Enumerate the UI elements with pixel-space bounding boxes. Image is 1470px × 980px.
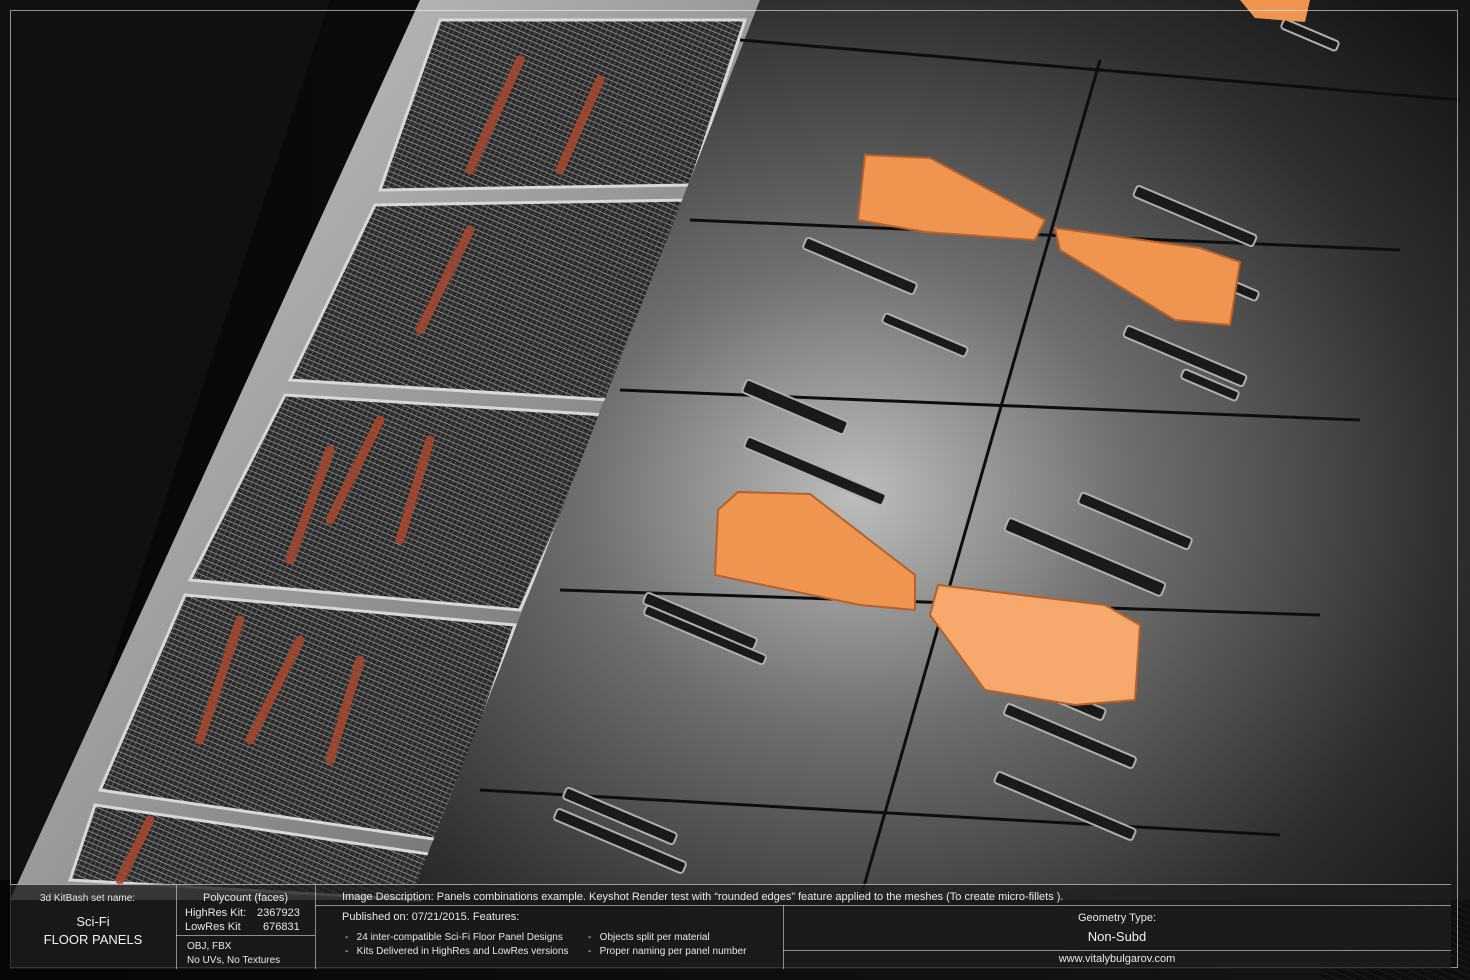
polycount-title: Polycount (faces): [203, 892, 288, 904]
divider: [315, 885, 316, 969]
feature-item: - Proper naming per panel number: [588, 946, 747, 957]
info-bar: 3d KitBash set name: Sci-Fi FLOOR PANELS…: [10, 884, 1451, 969]
feature-item: - Objects split per material: [588, 932, 710, 943]
divider: [176, 935, 315, 936]
image-description: Image Description: Panels combinations e…: [342, 891, 1064, 903]
scifi-floor-render: [0, 0, 1470, 980]
formats-line2: No UVs, No Textures: [187, 955, 281, 966]
divider: [783, 950, 1451, 951]
geometry-value: Non-Subd: [1087, 929, 1147, 944]
published-date: Published on: 07/21/2015. Features:: [342, 911, 520, 923]
render-frame: 3d KitBash set name: Sci-Fi FLOOR PANELS…: [0, 0, 1470, 980]
feature-item: - 24 inter-compatible Sci-Fi Floor Panel…: [345, 932, 563, 943]
geometry-label: Geometry Type:: [1077, 912, 1157, 924]
feature-item: - Kits Delivered in HighRes and LowRes v…: [345, 946, 569, 957]
lowres-label: LowRes Kit: [185, 921, 241, 933]
website-link[interactable]: www.vitalybulgarov.com: [783, 953, 1451, 965]
set-name-line2: FLOOR PANELS: [43, 932, 143, 947]
set-name-line1: Sci-Fi: [76, 914, 110, 929]
highres-label: HighRes Kit:: [185, 907, 247, 919]
lowres-value: 676831: [263, 921, 300, 933]
divider: [315, 905, 1451, 906]
highres-value: 2367923: [257, 907, 300, 919]
set-label: 3d KitBash set name:: [40, 893, 136, 904]
formats-line1: OBJ, FBX: [187, 941, 232, 952]
